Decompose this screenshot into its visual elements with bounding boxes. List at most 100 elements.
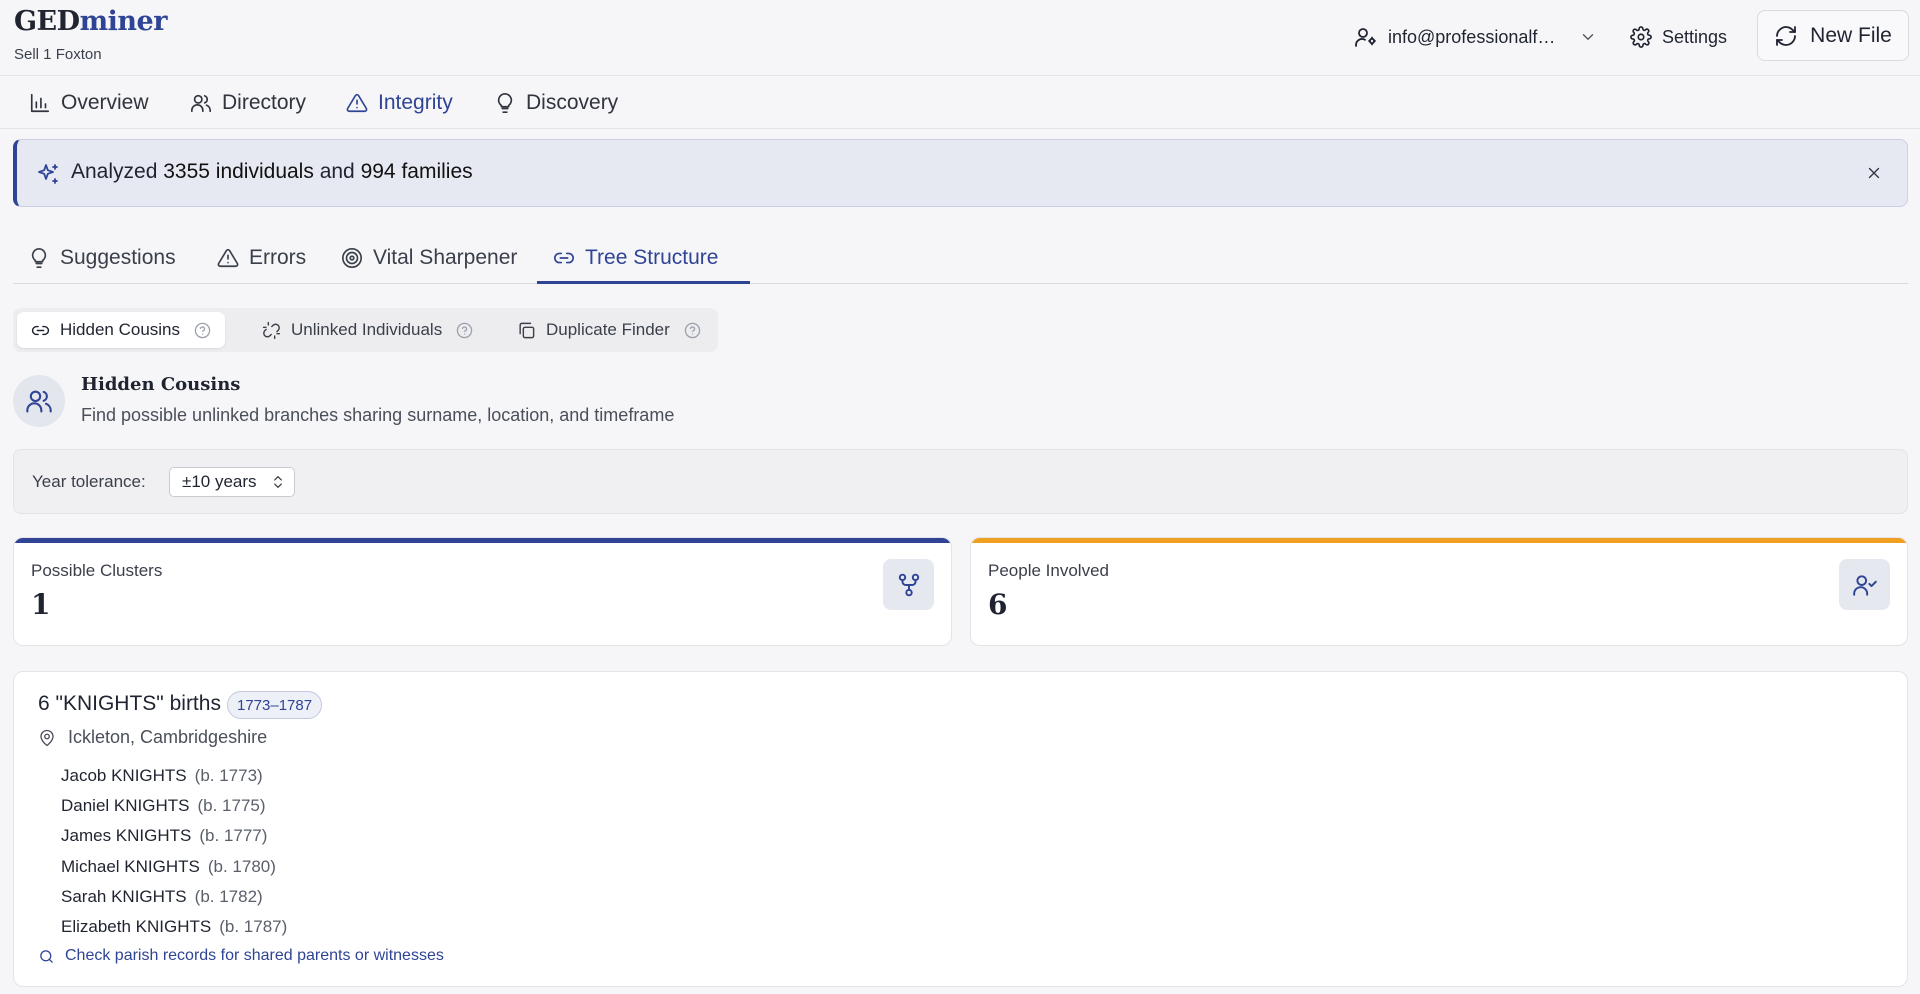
tolerance-label: Year tolerance: (32, 472, 146, 491)
new-file-button[interactable]: New File (1757, 10, 1909, 61)
link-icon (31, 321, 50, 340)
main-nav: Overview Directory Integrity Discovery (0, 77, 1920, 129)
segment-duplicate-finder-label: Duplicate Finder (546, 320, 670, 339)
chevron-down-icon (1579, 28, 1597, 46)
segment-unlinked-individuals-label: Unlinked Individuals (291, 320, 443, 339)
active-tab-underline (537, 281, 750, 284)
nav-integrity[interactable]: Integrity (346, 89, 453, 117)
location-label: Ickleton, Cambridgeshire (68, 727, 268, 747)
tolerance-panel: Year tolerance: ±10 years (13, 449, 1908, 514)
card-accent-bar (14, 538, 951, 543)
copy-icon (517, 321, 536, 340)
segment-hidden-cousins[interactable]: Hidden Cousins (17, 312, 226, 348)
top-bar: GEDminer Sell 1 Foxton info@professional… (0, 0, 1920, 76)
people-involved-value: 6 (988, 588, 1008, 621)
user-check-icon (1839, 559, 1890, 610)
close-icon[interactable] (1865, 164, 1883, 182)
lightbulb-icon (494, 92, 516, 114)
nav-discovery[interactable]: Discovery (494, 89, 618, 117)
year-range-badge: 1773–1787 (227, 691, 323, 719)
tab-tree-structure[interactable]: Tree Structure (553, 238, 718, 278)
year-tolerance-select[interactable]: ±10 years (169, 467, 295, 497)
birth-year: (b. 1773) (194, 766, 263, 786)
people-involved-card: People Involved 6 (970, 537, 1908, 646)
list-item[interactable]: James KNIGHTS (b. 1777) (61, 821, 287, 851)
nav-overview-label: Overview (61, 91, 149, 114)
tab-errors[interactable]: Errors (217, 238, 306, 278)
tab-vital-sharpener-label: Vital Sharpener (373, 246, 518, 269)
birth-year: (b. 1787) (219, 917, 288, 937)
user-key-icon (1354, 25, 1378, 49)
map-pin-icon (38, 729, 56, 747)
git-fork-icon (883, 559, 934, 610)
list-item[interactable]: Jacob KNIGHTS (b. 1773) (61, 761, 287, 791)
person-name: Michael KNIGHTS (61, 856, 200, 876)
app-logo[interactable]: GEDminer (14, 6, 167, 37)
sparkles-icon (36, 162, 60, 186)
unlink-icon (262, 321, 281, 340)
list-item[interactable]: Elizabeth KNIGHTS (b. 1787) (61, 912, 287, 942)
segment-hidden-cousins-label: Hidden Cousins (60, 320, 181, 339)
tab-tree-structure-label: Tree Structure (585, 246, 719, 269)
list-item[interactable]: Daniel KNIGHTS (b. 1775) (61, 791, 287, 821)
tab-vital-sharpener[interactable]: Vital Sharpener (341, 238, 517, 278)
person-name: Daniel KNIGHTS (61, 796, 190, 816)
file-subtitle: Sell 1 Foxton (14, 46, 102, 63)
help-circle-icon[interactable] (684, 322, 701, 339)
logo-part-ged: GED (14, 6, 80, 37)
cluster-location: Ickleton, Cambridgeshire (38, 727, 267, 748)
bar-chart-icon (29, 92, 51, 114)
birth-year: (b. 1775) (197, 796, 266, 816)
banner-middle: and (319, 160, 355, 183)
list-item[interactable]: Michael KNIGHTS (b. 1780) (61, 852, 287, 882)
lightbulb-icon (28, 247, 50, 269)
refresh-icon (1774, 24, 1798, 48)
person-name: James KNIGHTS (61, 826, 192, 846)
nav-directory[interactable]: Directory (190, 89, 306, 117)
possible-clusters-card: Possible Clusters 1 (13, 537, 952, 646)
tab-errors-label: Errors (249, 246, 307, 269)
segment-duplicate-finder[interactable]: Duplicate Finder (503, 312, 715, 348)
target-icon (341, 247, 363, 269)
people-list: Jacob KNIGHTS (b. 1773) Daniel KNIGHTS (… (61, 761, 287, 942)
banner-prefix: Analyzed (71, 160, 158, 183)
list-item[interactable]: Sarah KNIGHTS (b. 1782) (61, 882, 287, 912)
nav-directory-label: Directory (222, 91, 307, 114)
settings-button[interactable]: Settings (1630, 22, 1727, 52)
gear-icon (1630, 26, 1652, 48)
warning-triangle-icon (346, 92, 368, 114)
card-accent-bar (971, 538, 1907, 543)
cluster-card: 6 "KNIGHTS" births 1773–1787 Ickleton, C… (13, 671, 1908, 987)
nav-overview[interactable]: Overview (29, 89, 149, 117)
users-icon (13, 375, 65, 427)
person-name: Elizabeth KNIGHTS (61, 917, 212, 937)
tab-suggestions-label: Suggestions (60, 246, 176, 269)
section-description: Find possible unlinked branches sharing … (81, 405, 675, 425)
chevrons-up-down-icon (270, 474, 286, 490)
analysis-banner: Analyzed 3355 individuals and 994 famili… (13, 139, 1908, 207)
cluster-title: 6 "KNIGHTS" births (38, 692, 221, 715)
account-email: info@professionalf… (1388, 26, 1556, 47)
person-name: Sarah KNIGHTS (61, 886, 187, 906)
link-icon (553, 247, 575, 269)
birth-year: (b. 1777) (199, 826, 268, 846)
possible-clusters-label: Possible Clusters (31, 561, 163, 580)
analysis-summary: Analyzed 3355 individuals and 994 famili… (71, 160, 473, 184)
help-circle-icon[interactable] (456, 322, 473, 339)
new-file-label: New File (1810, 23, 1892, 47)
users-icon (190, 92, 212, 114)
birth-year: (b. 1780) (207, 856, 276, 876)
nav-integrity-label: Integrity (378, 91, 453, 114)
person-name: Jacob KNIGHTS (61, 766, 187, 786)
research-tip-label: Check parish records for shared parents … (65, 947, 444, 964)
people-involved-label: People Involved (988, 561, 1109, 580)
help-circle-icon[interactable] (194, 322, 211, 339)
birth-year: (b. 1782) (194, 886, 263, 906)
tab-suggestions[interactable]: Suggestions (28, 238, 176, 278)
section-title: Hidden Cousins (81, 374, 241, 395)
search-icon (38, 948, 55, 965)
account-menu[interactable]: info@professionalf… (1354, 22, 1597, 52)
research-tip-link[interactable]: Check parish records for shared parents … (38, 947, 444, 965)
individuals-count: 3355 individuals (163, 160, 314, 183)
segment-unlinked-individuals[interactable]: Unlinked Individuals (248, 312, 487, 348)
